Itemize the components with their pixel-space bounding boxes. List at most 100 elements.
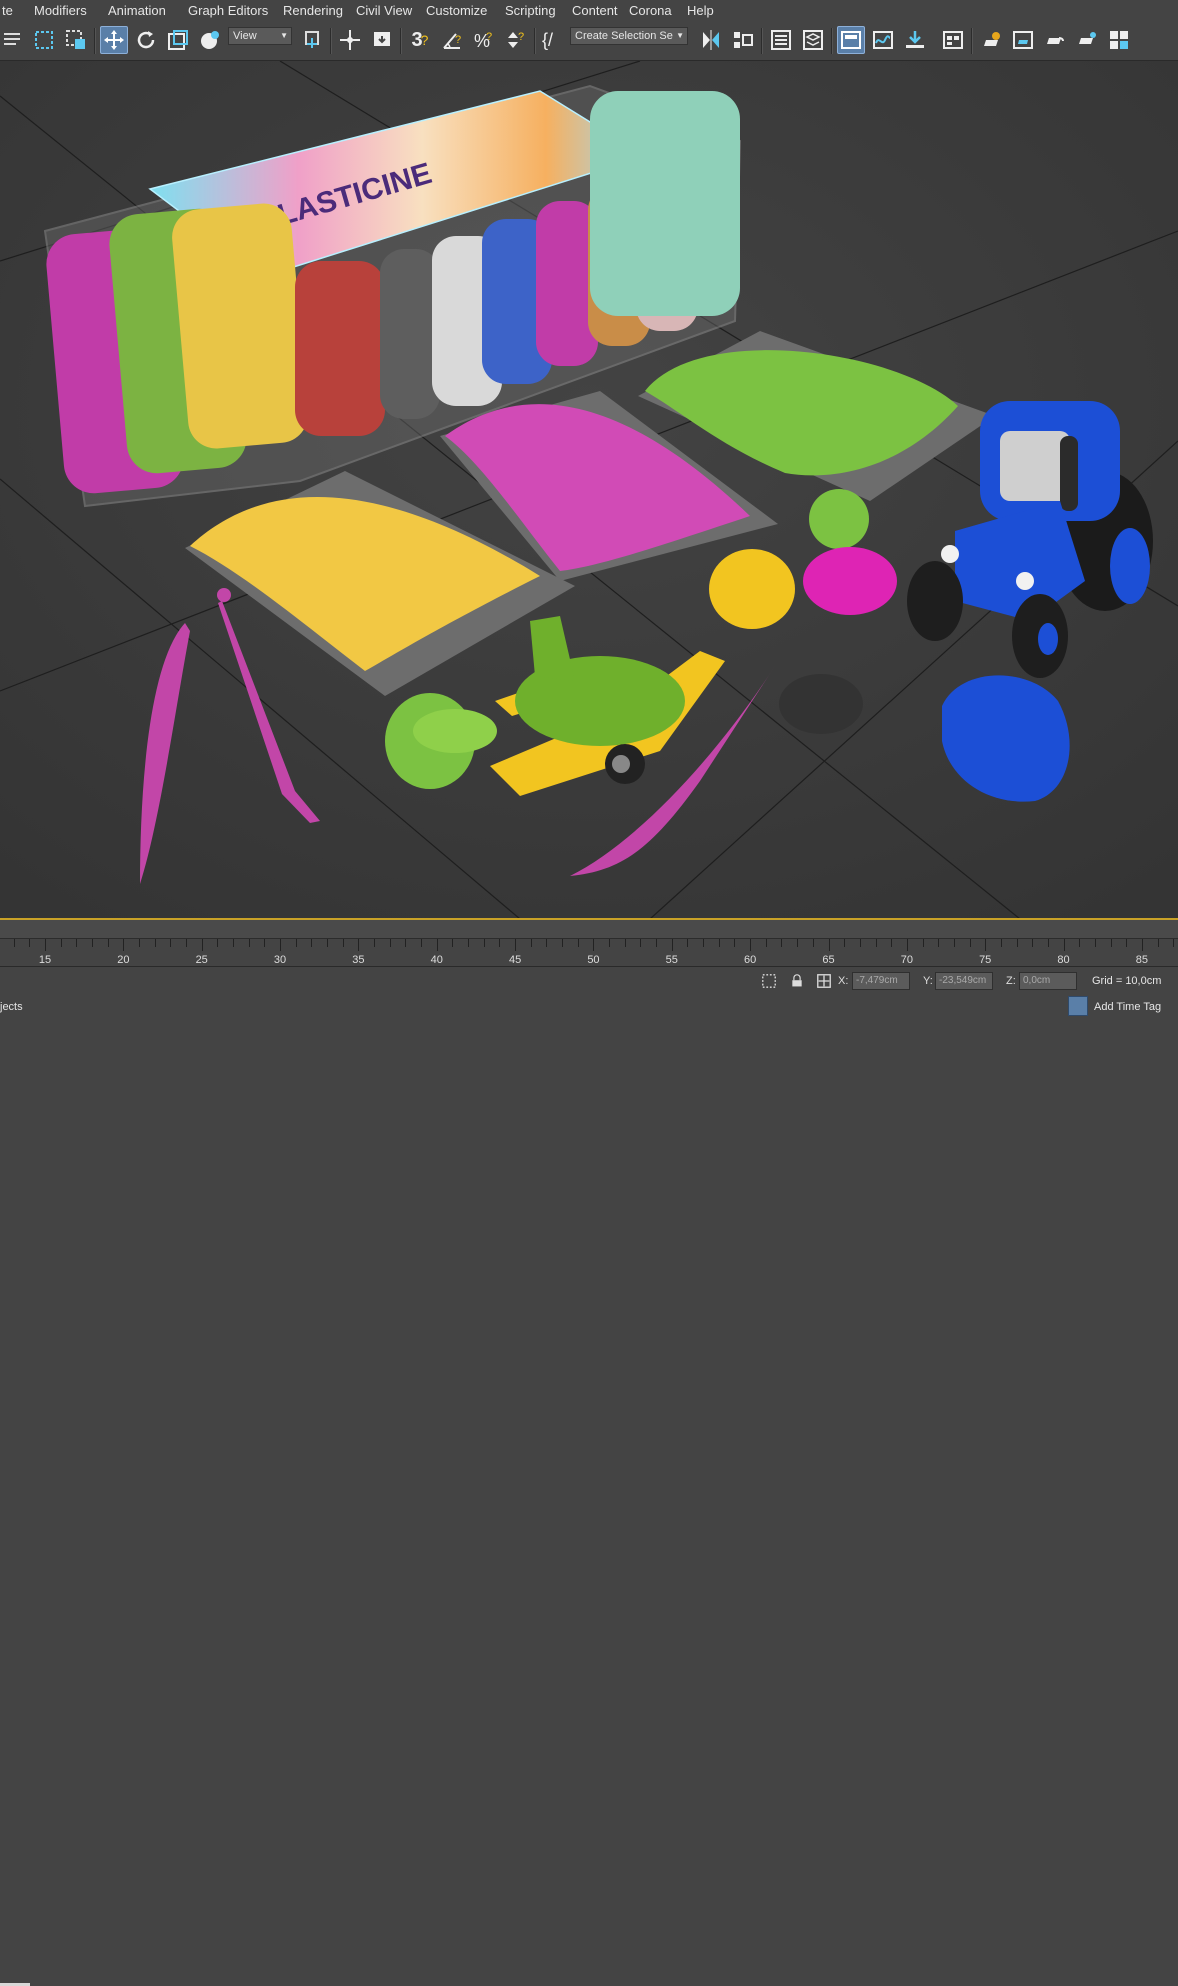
ribbon-icon[interactable] xyxy=(837,26,865,54)
menu-modifiers[interactable]: Modifiers xyxy=(34,3,87,18)
time-ruler-label: 40 xyxy=(430,954,443,966)
time-ruler-tick xyxy=(123,939,125,951)
time-ruler-tick xyxy=(593,939,595,951)
selection-set-dropdown[interactable]: Create Selection Se ▼ xyxy=(570,27,688,45)
x-coordinate-field[interactable]: -7,479cm xyxy=(852,972,910,990)
time-ruler-tick xyxy=(624,939,626,947)
main-toolbar: View ▼ 3? ? %? ? {/ Create Selection Se ▼ xyxy=(0,22,1178,61)
use-pivot-icon[interactable] xyxy=(298,26,326,54)
render-production-icon[interactable] xyxy=(1041,26,1069,54)
time-ruler-tick xyxy=(358,939,360,951)
z-label: Z: xyxy=(1006,975,1016,987)
time-ruler-label: 55 xyxy=(665,954,678,966)
time-ruler-tick xyxy=(452,939,454,947)
time-ruler-tick xyxy=(781,939,783,947)
spinner-snap-icon[interactable]: ? xyxy=(502,26,530,54)
yellow-clay-lump[interactable] xyxy=(709,549,795,629)
absolute-mode-icon[interactable] xyxy=(815,972,833,990)
time-ruler-tick xyxy=(687,939,689,947)
time-ruler-tick xyxy=(405,939,407,947)
material-editor-icon[interactable] xyxy=(939,26,967,54)
placement-icon[interactable] xyxy=(196,26,224,54)
menu-help[interactable]: Help xyxy=(687,3,714,18)
svg-text:?: ? xyxy=(486,31,492,43)
menu-corona[interactable]: Corona xyxy=(629,3,672,18)
toolbar-separator xyxy=(94,28,96,54)
add-time-tag-button[interactable]: Add Time Tag xyxy=(1094,1001,1161,1013)
selection-lock-icon[interactable] xyxy=(788,972,806,990)
menu-edit[interactable]: te xyxy=(2,3,13,18)
time-ruler-tick xyxy=(1157,939,1159,947)
toolbar-separator xyxy=(330,28,332,54)
time-tag-icon[interactable] xyxy=(1068,996,1088,1016)
reference-coord-dropdown[interactable]: View ▼ xyxy=(228,27,292,45)
menu-scripting[interactable]: Scripting xyxy=(505,3,556,18)
select-manipulate-icon[interactable] xyxy=(336,26,364,54)
status-bar: X: -7,479cm Y: -23,549cm Z: 0,0cm Grid =… xyxy=(0,966,1178,1986)
time-ruler-label: 85 xyxy=(1135,954,1149,966)
reference-coord-value: View xyxy=(233,30,257,42)
time-ruler-tick xyxy=(985,939,987,951)
edit-named-sets-icon[interactable]: {/ xyxy=(538,26,566,54)
time-ruler-tick xyxy=(1000,939,1002,947)
dope-sheet-icon[interactable] xyxy=(901,26,929,54)
perspective-viewport[interactable]: PLASTICINE xyxy=(0,61,1178,919)
time-ruler-tick xyxy=(562,939,564,947)
keyboard-shortcut-icon[interactable] xyxy=(368,26,396,54)
rect-select-region-icon[interactable] xyxy=(30,26,58,54)
time-ruler-tick xyxy=(859,939,861,947)
mirror-icon[interactable] xyxy=(697,26,725,54)
y-coordinate-field[interactable]: -23,549cm xyxy=(935,972,993,990)
time-ruler-tick xyxy=(891,939,893,947)
angle-snap-icon[interactable]: ? xyxy=(438,26,466,54)
rendered-frame-icon[interactable] xyxy=(1009,26,1037,54)
time-ruler-tick xyxy=(671,939,673,951)
menu-customize[interactable]: Customize xyxy=(426,3,487,18)
green-clay-ball[interactable] xyxy=(809,489,869,549)
time-ruler-tick xyxy=(1079,939,1081,947)
select-list-icon[interactable] xyxy=(0,26,28,54)
menu-animation[interactable]: Animation xyxy=(108,3,166,18)
time-ruler-label: 75 xyxy=(979,954,992,966)
time-ruler[interactable]: 15 20 25 30 35 40 45 50 55 60 65 70 75 80 85 xyxy=(0,938,1178,967)
isolate-selection-icon[interactable] xyxy=(760,972,778,990)
time-ruler-tick xyxy=(248,939,250,947)
time-ruler-tick xyxy=(217,939,219,947)
time-ruler-tick xyxy=(201,939,203,951)
window-crossing-icon[interactable] xyxy=(62,26,90,54)
activeshade-icon[interactable] xyxy=(1105,26,1133,54)
select-rotate-icon[interactable] xyxy=(132,26,160,54)
z-coordinate-field[interactable]: 0,0cm xyxy=(1019,972,1077,990)
x-label: X: xyxy=(838,975,849,987)
render-iterative-icon[interactable] xyxy=(1073,26,1101,54)
layer-explorer-icon[interactable] xyxy=(799,26,827,54)
select-scale-icon[interactable] xyxy=(164,26,192,54)
time-ruler-tick xyxy=(577,939,579,947)
percent-snap-icon[interactable]: %? xyxy=(470,26,498,54)
align-icon[interactable] xyxy=(729,26,757,54)
black-clay-disc[interactable] xyxy=(779,674,863,734)
time-ruler-label: 25 xyxy=(195,954,208,966)
time-ruler-tick xyxy=(1063,939,1065,951)
scene-explorer-icon[interactable] xyxy=(767,26,795,54)
snap-question-glyph: ? xyxy=(420,32,429,48)
time-ruler-tick xyxy=(938,939,940,947)
menu-content[interactable]: Content xyxy=(572,3,618,18)
menu-civil-view[interactable]: Civil View xyxy=(356,3,412,18)
menu-graph-editors[interactable]: Graph Editors xyxy=(188,3,268,18)
selection-set-value: Create Selection Se xyxy=(575,30,673,42)
timeline[interactable]: 15 20 25 30 35 40 45 50 55 60 65 70 75 80 85 xyxy=(0,920,1178,967)
time-ruler-tick xyxy=(656,939,658,947)
magenta-clay-lump[interactable] xyxy=(803,547,897,615)
time-ruler-tick xyxy=(107,939,109,947)
time-ruler-tick xyxy=(812,939,814,947)
toolbar-separator xyxy=(534,28,536,54)
menu-rendering[interactable]: Rendering xyxy=(283,3,343,18)
time-ruler-label: 70 xyxy=(900,954,913,966)
grid-size-readout: Grid = 10,0cm xyxy=(1092,975,1162,987)
time-ruler-tick xyxy=(60,939,62,947)
select-move-icon[interactable] xyxy=(100,26,128,54)
snap-toggle-icon[interactable]: 3? xyxy=(406,26,434,54)
render-setup-icon[interactable] xyxy=(977,26,1005,54)
curve-editor-icon[interactable] xyxy=(869,26,897,54)
